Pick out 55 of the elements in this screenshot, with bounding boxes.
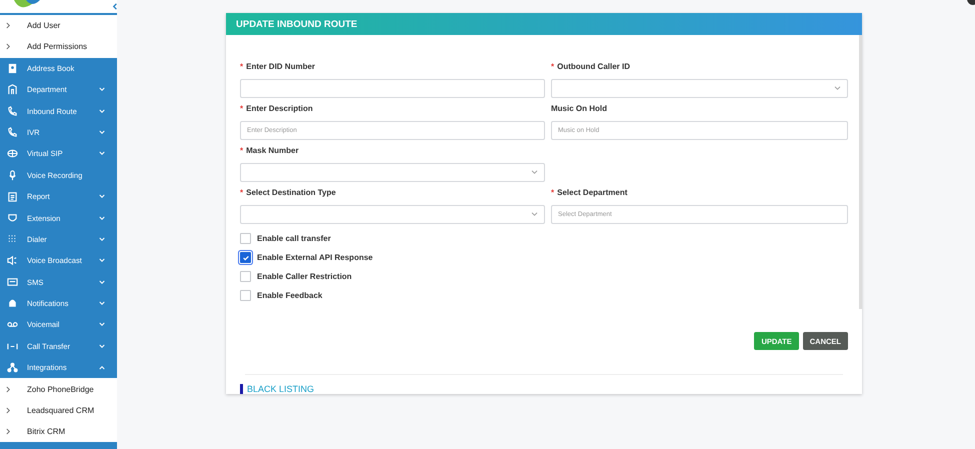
select-field[interactable]: [240, 205, 545, 224]
keypad-icon: [7, 234, 18, 245]
checkbox-label: Enable External API Response: [257, 253, 373, 262]
field-label: Music On Hold: [551, 104, 607, 113]
shield-icon: [7, 212, 18, 224]
field-label: Select Department: [557, 188, 628, 197]
chevron-down-icon: [834, 86, 841, 91]
required-marker: *: [240, 188, 244, 197]
field-label: Select Destination Type: [246, 188, 336, 197]
submenu-item[interactable]: Add Permissions: [0, 36, 117, 58]
building-icon: [7, 84, 18, 96]
bell-icon: [7, 298, 18, 310]
select-field[interactable]: [240, 163, 545, 182]
checkbox[interactable]: [240, 233, 251, 244]
field-label: Mask Number: [246, 146, 299, 155]
checkbox-label: Enable Caller Restriction: [257, 272, 352, 281]
checkbox-label: Enable call transfer: [257, 234, 331, 243]
phone-icon: [7, 126, 18, 138]
message-icon: [7, 276, 18, 288]
check-icon: [242, 254, 250, 262]
globe-icon: [7, 148, 18, 160]
book-icon: [7, 62, 18, 74]
chevron-down-icon: [531, 170, 538, 175]
input-field[interactable]: [240, 79, 545, 98]
field-label: Outbound Caller ID: [557, 62, 630, 71]
checkbox[interactable]: [240, 252, 251, 263]
phone-icon: [7, 106, 18, 117]
mic-icon: [7, 170, 18, 181]
submenu-item[interactable]: Add User: [0, 15, 117, 36]
speaker-icon: [7, 255, 18, 266]
network-icon: [7, 362, 18, 374]
chevron-right-icon: [6, 386, 11, 393]
select-field[interactable]: [551, 79, 848, 98]
field-label: Enter DID Number: [246, 62, 316, 71]
checkbox[interactable]: [240, 290, 251, 301]
submenu-item[interactable]: Bitrix CRM: [0, 421, 117, 442]
chevron-down-icon: [531, 212, 538, 217]
submenu-item[interactable]: Zoho PhoneBridge: [0, 378, 117, 400]
chevron-right-icon: [6, 22, 11, 30]
submenu-item[interactable]: Leadsquared CRM: [0, 400, 117, 422]
section-title: BLACK LISTING: [247, 384, 314, 394]
checkbox[interactable]: [240, 271, 251, 282]
required-marker: *: [551, 62, 554, 71]
clipboard-icon: [7, 191, 18, 202]
checkbox-label: Enable Feedback: [257, 291, 322, 300]
field-label: Enter Description: [246, 104, 313, 113]
card-title: UPDATE INBOUND ROUTE: [236, 18, 358, 30]
section-marker: [240, 384, 243, 394]
required-marker: *: [240, 104, 244, 113]
chevron-right-icon: [6, 43, 11, 50]
required-marker: *: [551, 188, 554, 197]
chevron-right-icon: [6, 428, 11, 436]
required-marker: *: [240, 62, 244, 71]
required-marker: *: [240, 146, 244, 155]
chevron-right-icon: [6, 406, 11, 414]
